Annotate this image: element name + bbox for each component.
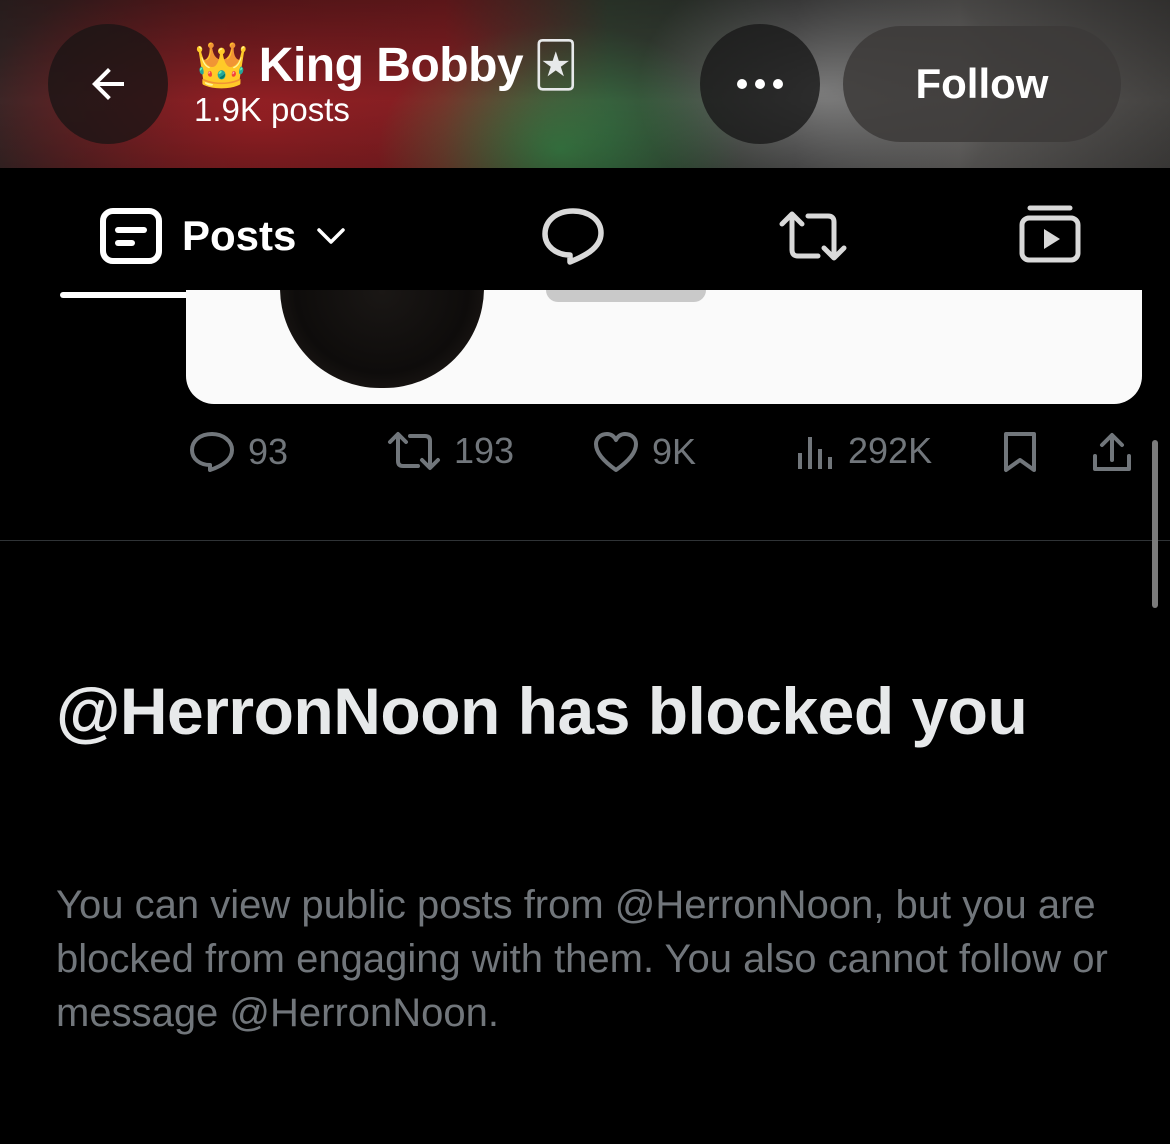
like-action[interactable]: 9K bbox=[592, 430, 696, 474]
repost-action[interactable]: 193 bbox=[386, 430, 514, 472]
profile-name: King Bobby bbox=[258, 39, 524, 92]
follow-button[interactable]: Follow bbox=[843, 26, 1121, 142]
section-divider bbox=[0, 540, 1170, 541]
joker-card-emoji: 🃏 bbox=[533, 40, 579, 90]
reply-icon bbox=[190, 432, 234, 472]
bookmark-icon bbox=[1004, 432, 1036, 472]
more-horizontal-icon bbox=[737, 79, 783, 89]
reply-count: 93 bbox=[248, 431, 289, 472]
arrow-left-icon bbox=[92, 68, 124, 100]
more-options-button[interactable] bbox=[700, 24, 820, 144]
profile-header-banner: 👑 King Bobby 🃏 1.9K posts Follow bbox=[0, 0, 1170, 168]
image-shadow bbox=[546, 290, 706, 302]
back-button[interactable] bbox=[48, 24, 168, 144]
reply-action[interactable]: 93 bbox=[188, 430, 288, 474]
scrollbar[interactable] bbox=[1152, 440, 1158, 608]
tab-posts[interactable]: Posts bbox=[100, 208, 346, 264]
blocked-heading: @HerronNoon has blocked you bbox=[56, 674, 1028, 748]
tab-replies[interactable] bbox=[540, 206, 606, 271]
views-chart-icon bbox=[798, 437, 832, 469]
bookmark-action[interactable] bbox=[1000, 430, 1040, 474]
posts-tab-icon bbox=[100, 208, 162, 264]
tab-reposts[interactable] bbox=[776, 210, 850, 267]
post-count: 1.9K posts bbox=[194, 91, 350, 128]
share-action[interactable] bbox=[1090, 430, 1134, 474]
share-icon bbox=[1093, 433, 1131, 471]
profile-tabs: Posts bbox=[0, 168, 1170, 300]
repost-icon bbox=[388, 432, 440, 470]
repost-icon bbox=[779, 211, 847, 261]
reply-bubble-icon bbox=[542, 208, 604, 265]
heart-icon bbox=[594, 432, 638, 472]
image-beard bbox=[280, 290, 484, 388]
media-play-icon bbox=[1019, 205, 1081, 263]
views-action[interactable]: 292K bbox=[796, 430, 932, 472]
post-image[interactable] bbox=[186, 290, 1142, 404]
profile-title-block: 👑 King Bobby 🃏 1.9K posts bbox=[194, 38, 578, 129]
like-count: 9K bbox=[652, 431, 697, 472]
tab-media[interactable] bbox=[1018, 204, 1082, 269]
crown-emoji: 👑 bbox=[194, 40, 249, 90]
chevron-down-icon bbox=[317, 228, 346, 244]
post-action-bar: 93 193 9K 292K bbox=[0, 430, 1170, 486]
repost-count: 193 bbox=[454, 430, 515, 471]
blocked-description: You can view public posts from @HerronNo… bbox=[56, 883, 1108, 1035]
view-count: 292K bbox=[848, 430, 933, 471]
tab-posts-label: Posts bbox=[182, 212, 297, 259]
